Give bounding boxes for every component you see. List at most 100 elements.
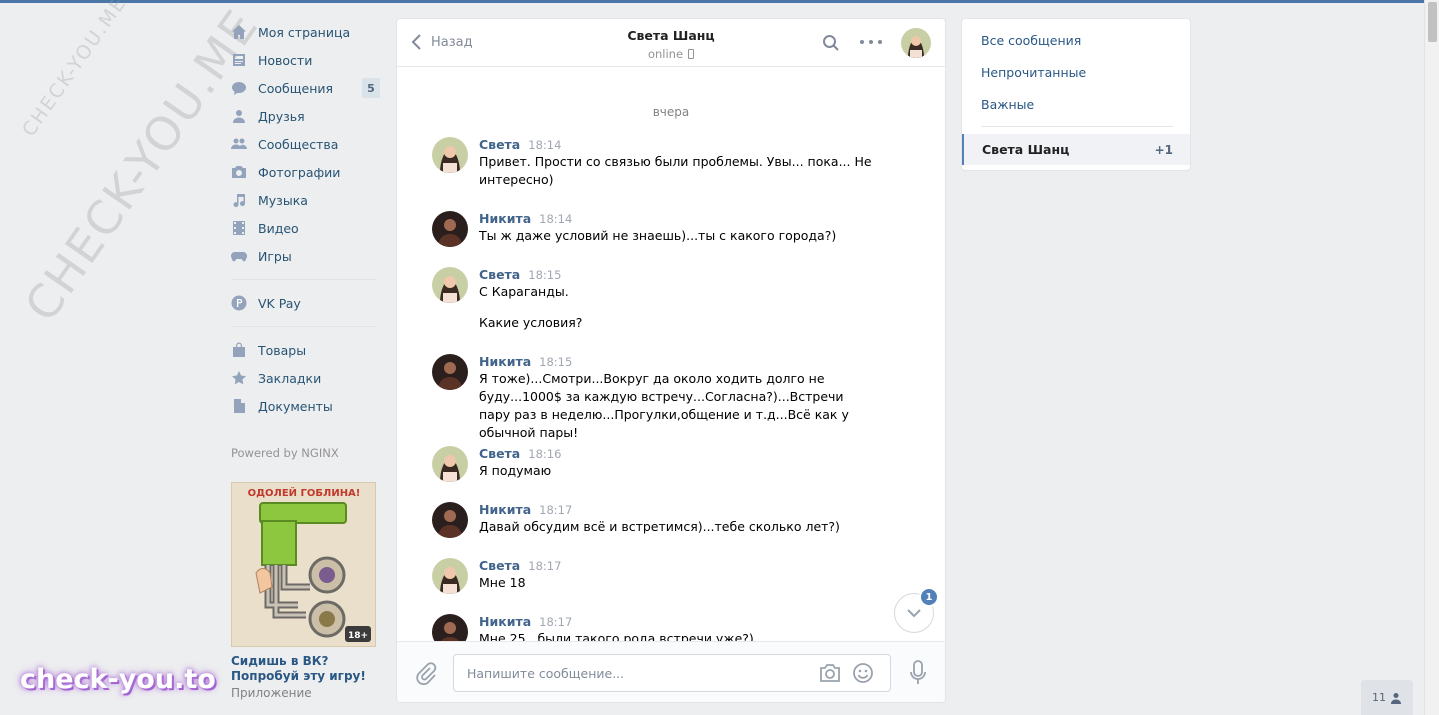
chevron-down-icon — [907, 609, 921, 618]
filter-important[interactable]: Важные — [981, 97, 1034, 112]
message-time[interactable]: 18:17 — [528, 559, 561, 573]
author-avatar[interactable] — [432, 354, 468, 390]
mobile-phone-icon — [688, 49, 695, 59]
nav-label: Игры — [258, 248, 292, 264]
ad-subtitle: Приложение — [231, 686, 312, 700]
camera-icon[interactable] — [819, 663, 841, 683]
music-icon — [231, 192, 247, 208]
filter-unread[interactable]: Непрочитанные — [981, 65, 1086, 80]
ad-image[interactable]: ОДОЛЕЙ ГОБЛИНА! 18+ — [231, 482, 376, 647]
nav-item-communities[interactable]: Сообщества — [231, 130, 376, 158]
message-time[interactable]: 18:15 — [528, 268, 561, 282]
scrollbar-thumb[interactable] — [1428, 2, 1437, 42]
nav-label: Музыка — [258, 192, 308, 208]
person-icon — [1391, 692, 1401, 704]
message-time[interactable]: 18:17 — [539, 503, 572, 517]
nav-label: Друзья — [258, 108, 305, 124]
message-author[interactable]: Света — [479, 267, 520, 282]
active-dialog-count: +1 — [1154, 142, 1173, 157]
peer-name[interactable]: Света Шанц — [627, 28, 714, 43]
author-avatar[interactable] — [432, 558, 468, 594]
message-author[interactable]: Света — [479, 558, 520, 573]
message-time[interactable]: 18:17 — [539, 615, 572, 629]
nav-item-goods[interactable]: Товары — [231, 336, 376, 364]
message-author[interactable]: Света — [479, 446, 520, 461]
communities-icon — [231, 136, 247, 152]
nav-item-music[interactable]: Музыка — [231, 186, 376, 214]
nav-item-friends[interactable]: Друзья — [231, 102, 376, 130]
author-avatar[interactable] — [432, 137, 468, 173]
message-time[interactable]: 18:16 — [528, 447, 561, 461]
nav-item-video[interactable]: Видео — [231, 214, 376, 242]
message-time[interactable]: 18:15 — [539, 355, 572, 369]
ad-block[interactable]: ОДОЛЕЙ ГОБЛИНА! 18+ Сидишь в ВК? Попробу… — [231, 482, 376, 700]
message-text: Привет. Прости со связью были проблемы. … — [479, 154, 872, 187]
ad-title[interactable]: Сидишь в ВК? Попробуй эту игру! — [231, 654, 376, 684]
message: Света 18:16 Я подумаю — [432, 446, 872, 482]
author-avatar[interactable] — [432, 211, 468, 247]
author-avatar[interactable] — [432, 446, 468, 482]
nav-divider — [231, 279, 376, 280]
author-avatar[interactable] — [432, 267, 468, 303]
message: Света 18:14 Привет. Прости со связью были… — [432, 137, 872, 189]
chat-panel: Назад Света Шанц online вчера Света 18:14… — [396, 18, 946, 703]
nav-item-my-page[interactable]: Моя страница — [231, 18, 376, 46]
active-dialog-item[interactable]: Света Шанц +1 — [962, 134, 1190, 165]
message-composer: Напишите сообщение... — [397, 641, 945, 702]
nav-item-photos[interactable]: Фотографии — [231, 158, 376, 186]
nav-label: Видео — [258, 220, 299, 236]
messages-count-badge: 5 — [362, 78, 380, 98]
vkpay-icon — [231, 295, 247, 311]
messages-icon — [231, 80, 247, 96]
message-author[interactable]: Никита — [479, 614, 531, 629]
nav-item-vkpay[interactable]: VK Pay — [231, 289, 376, 317]
peer-avatar[interactable] — [901, 28, 931, 58]
chat-header: Назад Света Шанц online — [397, 19, 945, 67]
home-icon — [231, 24, 247, 40]
message-history[interactable]: вчера Света 18:14 Привет. Прости со связь… — [397, 68, 945, 641]
message: Никита 18:17 Мне 25...были такого рода вс… — [432, 614, 872, 641]
message-text: Ты ж даже условий не знаешь)...ты с како… — [479, 228, 837, 243]
nav-item-bookmarks[interactable]: Закладки — [231, 364, 376, 392]
filter-all-messages[interactable]: Все сообщения — [981, 33, 1081, 48]
panel-divider — [981, 126, 1173, 127]
more-actions-icon[interactable] — [860, 33, 882, 51]
message-text: С Караганды. — [479, 284, 569, 299]
star-icon — [231, 370, 247, 386]
message-time[interactable]: 18:14 — [539, 212, 572, 226]
unread-badge: 1 — [919, 587, 939, 607]
nav-label: VK Pay — [258, 295, 301, 311]
nav-label: Моя страница — [258, 24, 351, 40]
message: Никита 18:15 Я тоже)...Смотри...Вокруг да… — [432, 354, 872, 442]
paperclip-icon[interactable] — [415, 662, 437, 686]
message-author[interactable]: Никита — [479, 354, 531, 369]
search-icon[interactable] — [822, 34, 840, 52]
author-avatar[interactable] — [432, 614, 468, 641]
ad-banner-text: ОДОЛЕЙ ГОБЛИНА! — [248, 486, 361, 499]
nav-label: Новости — [258, 52, 313, 68]
document-icon — [231, 398, 247, 414]
page-scrollbar[interactable] — [1424, 0, 1439, 715]
nav-label: Документы — [258, 398, 333, 414]
message-time[interactable]: 18:14 — [528, 138, 561, 152]
message-text: Я подумаю — [479, 463, 552, 478]
nav-label: Фотографии — [258, 164, 341, 180]
author-avatar[interactable] — [432, 502, 468, 538]
nav-item-messages[interactable]: Сообщения 5 — [231, 74, 380, 102]
smile-icon[interactable] — [852, 662, 874, 684]
watermark-small: CHECK-YOU.ME — [18, 0, 132, 141]
message: Света 18:17 Мне 18 — [432, 558, 872, 594]
microphone-icon[interactable] — [909, 660, 927, 686]
nav-item-news[interactable]: Новости — [231, 46, 376, 74]
peer-status-text: online — [647, 47, 684, 61]
nav-label: Закладки — [258, 370, 322, 386]
message-author[interactable]: Света — [479, 137, 520, 152]
online-friends-button[interactable]: 11 — [1361, 680, 1413, 715]
nav-item-games[interactable]: Игры — [231, 242, 376, 270]
message-author[interactable]: Никита — [479, 211, 531, 226]
left-navigation: Моя страница Новости Сообщения 5 Друзья … — [231, 18, 380, 420]
message-author[interactable]: Никита — [479, 502, 531, 517]
active-dialog-name: Света Шанц — [982, 142, 1070, 157]
nav-item-documents[interactable]: Документы — [231, 392, 376, 420]
online-count: 11 — [1372, 691, 1386, 704]
